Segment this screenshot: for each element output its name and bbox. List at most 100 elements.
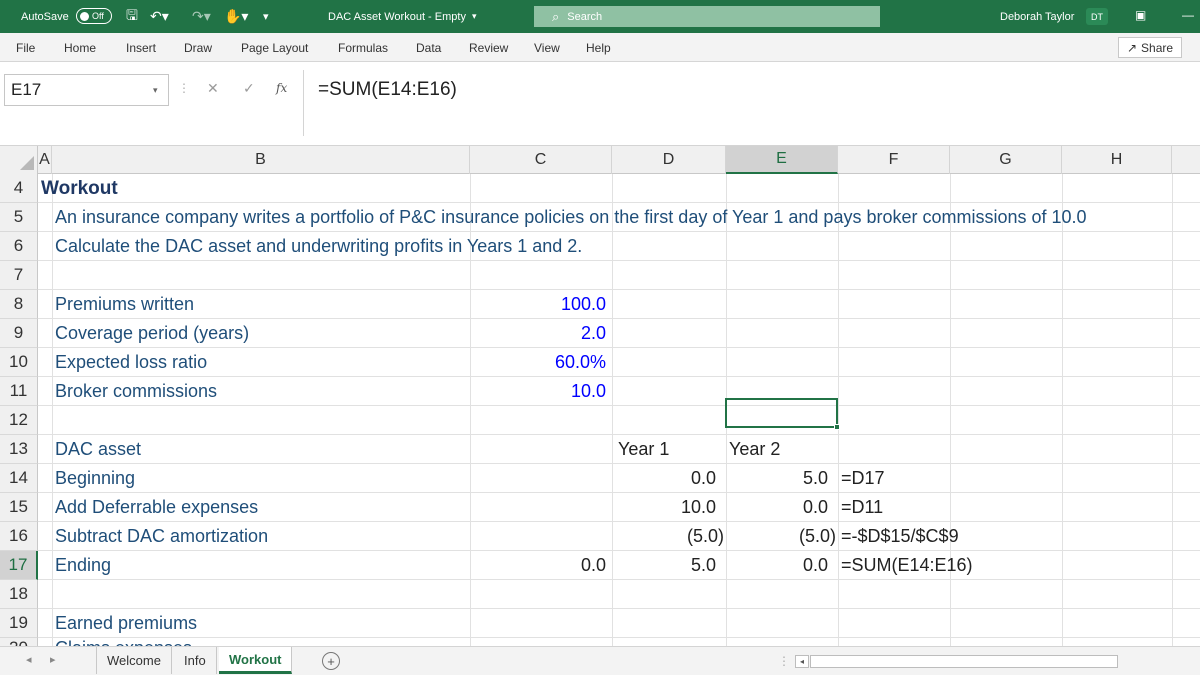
cell-f14[interactable]: =D17 bbox=[841, 464, 885, 493]
scroll-right-icon[interactable]: ▸ bbox=[50, 653, 56, 666]
cell-b15[interactable]: Add Deferrable expenses bbox=[55, 493, 258, 522]
cell-c17[interactable]: 0.0 bbox=[470, 551, 606, 580]
tab-home[interactable]: Home bbox=[64, 33, 96, 62]
add-sheet-icon[interactable]: + bbox=[322, 652, 340, 670]
cell-b13[interactable]: DAC asset bbox=[55, 435, 141, 464]
row-header[interactable]: 4 bbox=[0, 174, 38, 203]
cell-f16[interactable]: =-$D$15/$C$9 bbox=[841, 522, 959, 551]
cell-e15[interactable]: 0.0 bbox=[726, 493, 828, 522]
save-icon[interactable]: 🖫 bbox=[126, 0, 138, 33]
formula-input[interactable]: =SUM(E14:E16) bbox=[318, 79, 457, 101]
column-header-b[interactable]: B bbox=[52, 146, 470, 174]
cell-b9[interactable]: Coverage period (years) bbox=[55, 319, 249, 348]
scroll-left-icon[interactable]: ◂ bbox=[26, 653, 32, 666]
split-handle-icon[interactable]: ⋮ bbox=[778, 654, 790, 668]
tab-review[interactable]: Review bbox=[469, 33, 508, 62]
column-header-f[interactable]: F bbox=[838, 146, 950, 174]
ribbon-display-icon[interactable]: ▣ bbox=[1135, 8, 1146, 22]
row-header[interactable]: 20 bbox=[0, 638, 38, 646]
touch-mode-icon[interactable]: ✋▾ bbox=[224, 0, 248, 33]
share-button[interactable]: ↗ Share bbox=[1118, 37, 1182, 58]
column-header-c[interactable]: C bbox=[470, 146, 612, 174]
cell-c10[interactable]: 60.0% bbox=[470, 348, 606, 377]
cell-c8[interactable]: 100.0 bbox=[470, 290, 606, 319]
cell-d15[interactable]: 10.0 bbox=[612, 493, 716, 522]
search-box[interactable]: ⌕ Search bbox=[534, 6, 880, 27]
cancel-icon[interactable]: ✕ bbox=[207, 80, 219, 97]
fill-handle[interactable] bbox=[834, 424, 840, 430]
tab-draw[interactable]: Draw bbox=[184, 33, 212, 62]
column-header-d[interactable]: D bbox=[612, 146, 726, 174]
cell-c9[interactable]: 2.0 bbox=[470, 319, 606, 348]
row-header[interactable]: 5 bbox=[0, 203, 38, 232]
row-header[interactable]: 12 bbox=[0, 406, 38, 435]
row-header[interactable]: 17 bbox=[0, 551, 38, 580]
column-header-a[interactable]: A bbox=[38, 146, 52, 174]
row-header[interactable]: 10 bbox=[0, 348, 38, 377]
cell-b10[interactable]: Expected loss ratio bbox=[55, 348, 207, 377]
cell-b5[interactable]: An insurance company writes a portfolio … bbox=[55, 203, 1087, 232]
cell-f17[interactable]: =SUM(E14:E16) bbox=[841, 551, 973, 580]
name-box[interactable]: E17 bbox=[4, 74, 169, 106]
document-title[interactable]: DAC Asset Workout - Empty ▾ bbox=[328, 0, 476, 33]
sheet-tab-workout[interactable]: Workout bbox=[219, 647, 293, 674]
avatar[interactable]: DT bbox=[1086, 8, 1108, 25]
tab-help[interactable]: Help bbox=[586, 33, 611, 62]
cell-f15[interactable]: =D11 bbox=[841, 493, 883, 522]
tab-file[interactable]: File bbox=[16, 33, 35, 62]
cell-d14[interactable]: 0.0 bbox=[612, 464, 716, 493]
cell-b11[interactable]: Broker commissions bbox=[55, 377, 217, 406]
cell-c11[interactable]: 10.0 bbox=[470, 377, 606, 406]
row-header[interactable]: 8 bbox=[0, 290, 38, 319]
row-header[interactable]: 7 bbox=[0, 261, 38, 290]
insert-function-icon[interactable]: fx bbox=[276, 81, 287, 95]
enter-icon[interactable]: ✓ bbox=[243, 80, 255, 97]
row-header[interactable]: 15 bbox=[0, 493, 38, 522]
row-header[interactable]: 11 bbox=[0, 377, 38, 406]
chevron-down-icon[interactable]: ▾ bbox=[153, 85, 158, 96]
cell-e13[interactable]: Year 2 bbox=[729, 435, 780, 464]
cell-b17[interactable]: Ending bbox=[55, 551, 111, 580]
row-header[interactable]: 13 bbox=[0, 435, 38, 464]
active-cell-outline[interactable] bbox=[725, 398, 838, 428]
row-header[interactable]: 14 bbox=[0, 464, 38, 493]
cell-b8[interactable]: Premiums written bbox=[55, 290, 194, 319]
row-header[interactable]: 18 bbox=[0, 580, 38, 609]
cell-b14[interactable]: Beginning bbox=[55, 464, 135, 493]
column-header-h[interactable]: H bbox=[1062, 146, 1172, 174]
scroll-left-arrow-icon[interactable]: ◂ bbox=[795, 655, 809, 668]
cell-d16[interactable]: (5.0) bbox=[612, 522, 724, 551]
cell-e17[interactable]: 0.0 bbox=[726, 551, 828, 580]
row-header[interactable]: 16 bbox=[0, 522, 38, 551]
tab-insert[interactable]: Insert bbox=[126, 33, 156, 62]
tab-data[interactable]: Data bbox=[416, 33, 441, 62]
row-header[interactable]: 6 bbox=[0, 232, 38, 261]
cell-b6[interactable]: Calculate the DAC asset and underwriting… bbox=[55, 232, 582, 261]
cell-e14[interactable]: 5.0 bbox=[726, 464, 828, 493]
tab-page-layout[interactable]: Page Layout bbox=[241, 33, 308, 62]
autosave-toggle[interactable]: Off bbox=[76, 8, 112, 24]
user-name[interactable]: Deborah Taylor bbox=[1000, 0, 1074, 33]
row-header[interactable]: 19 bbox=[0, 609, 38, 638]
column-header-e[interactable]: E bbox=[726, 146, 838, 174]
column-header-g[interactable]: G bbox=[950, 146, 1062, 174]
customize-qat-icon[interactable]: ▾ bbox=[263, 0, 269, 33]
cell-b20[interactable]: Claims expenses bbox=[55, 638, 192, 646]
tab-formulas[interactable]: Formulas bbox=[338, 33, 388, 62]
spreadsheet-grid[interactable]: A B C D E F G H 4 Workout 5 An insurance… bbox=[0, 146, 1200, 646]
cell-d17[interactable]: 5.0 bbox=[612, 551, 716, 580]
cell-d13[interactable]: Year 1 bbox=[618, 435, 669, 464]
more-options-icon[interactable]: ⋮ bbox=[178, 81, 190, 95]
sheet-tab-welcome[interactable]: Welcome bbox=[96, 647, 172, 674]
select-all-corner[interactable] bbox=[0, 146, 38, 174]
horizontal-scrollbar[interactable] bbox=[810, 655, 1118, 668]
tab-view[interactable]: View bbox=[534, 33, 560, 62]
sheet-tab-info[interactable]: Info bbox=[174, 647, 217, 674]
redo-icon[interactable]: ↷▾ bbox=[192, 0, 211, 33]
cell-b16[interactable]: Subtract DAC amortization bbox=[55, 522, 268, 551]
row-header[interactable]: 9 bbox=[0, 319, 38, 348]
cell-e16[interactable]: (5.0) bbox=[726, 522, 836, 551]
cell-b19[interactable]: Earned premiums bbox=[55, 609, 197, 638]
undo-icon[interactable]: ↶▾ bbox=[150, 0, 169, 33]
cell-a4[interactable]: Workout bbox=[41, 174, 118, 203]
